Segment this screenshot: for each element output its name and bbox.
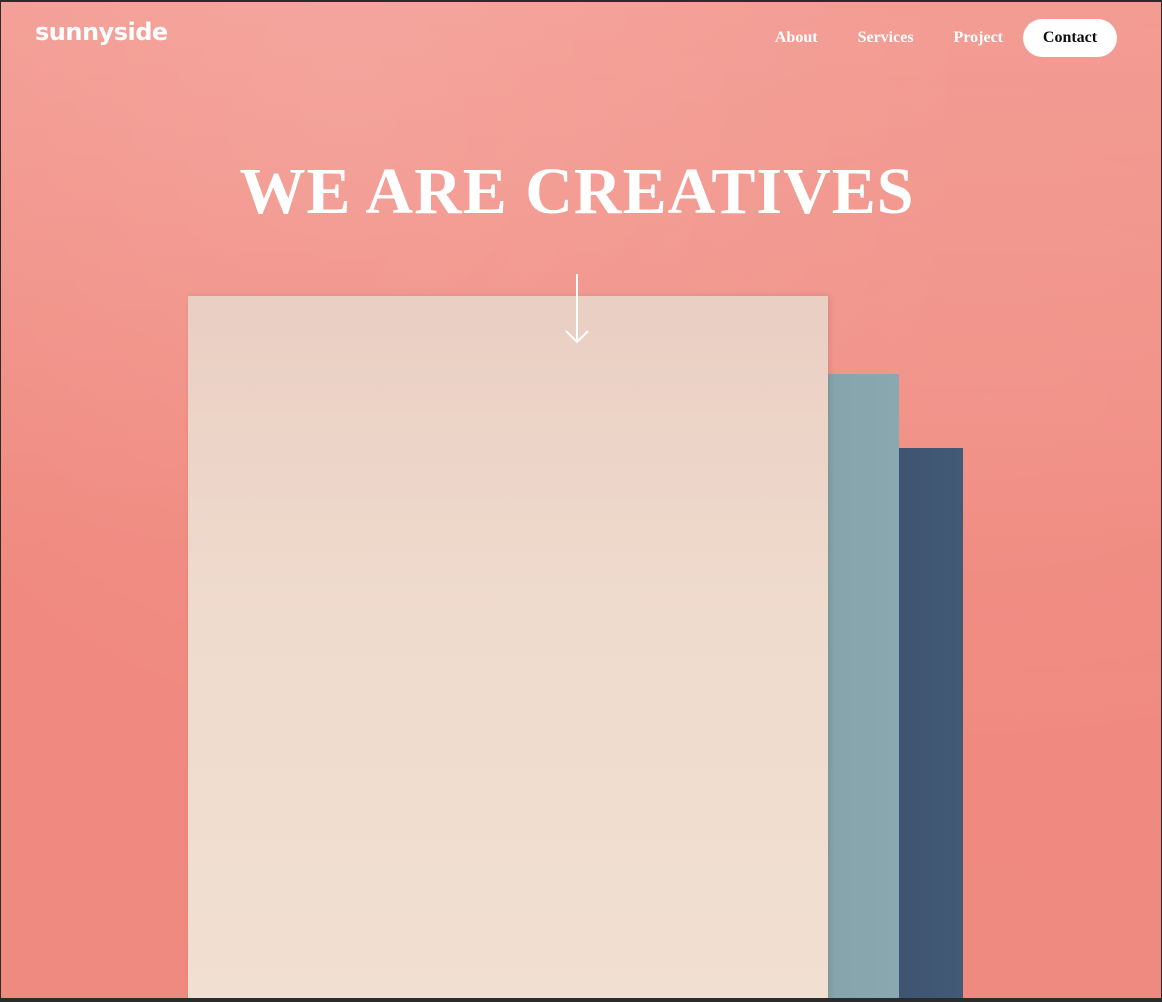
main-nav: About Services Project Contact <box>775 19 1117 57</box>
nav-link-project[interactable]: Project <box>954 19 1003 57</box>
paper-sheet-cream <box>188 296 828 998</box>
paper-sheet-navy <box>891 448 963 998</box>
hero-title: WE ARE CREATIVES <box>239 155 915 228</box>
site-logo[interactable]: sunnyside <box>35 20 168 44</box>
contact-button[interactable]: Contact <box>1023 19 1117 57</box>
page-frame: sunnyside About Services Project Contact… <box>1 2 1161 998</box>
arrow-down-icon[interactable] <box>564 272 590 348</box>
site-header: sunnyside About Services Project Contact <box>1 2 1161 82</box>
nav-link-services[interactable]: Services <box>858 19 914 57</box>
nav-link-about[interactable]: About <box>775 19 818 57</box>
